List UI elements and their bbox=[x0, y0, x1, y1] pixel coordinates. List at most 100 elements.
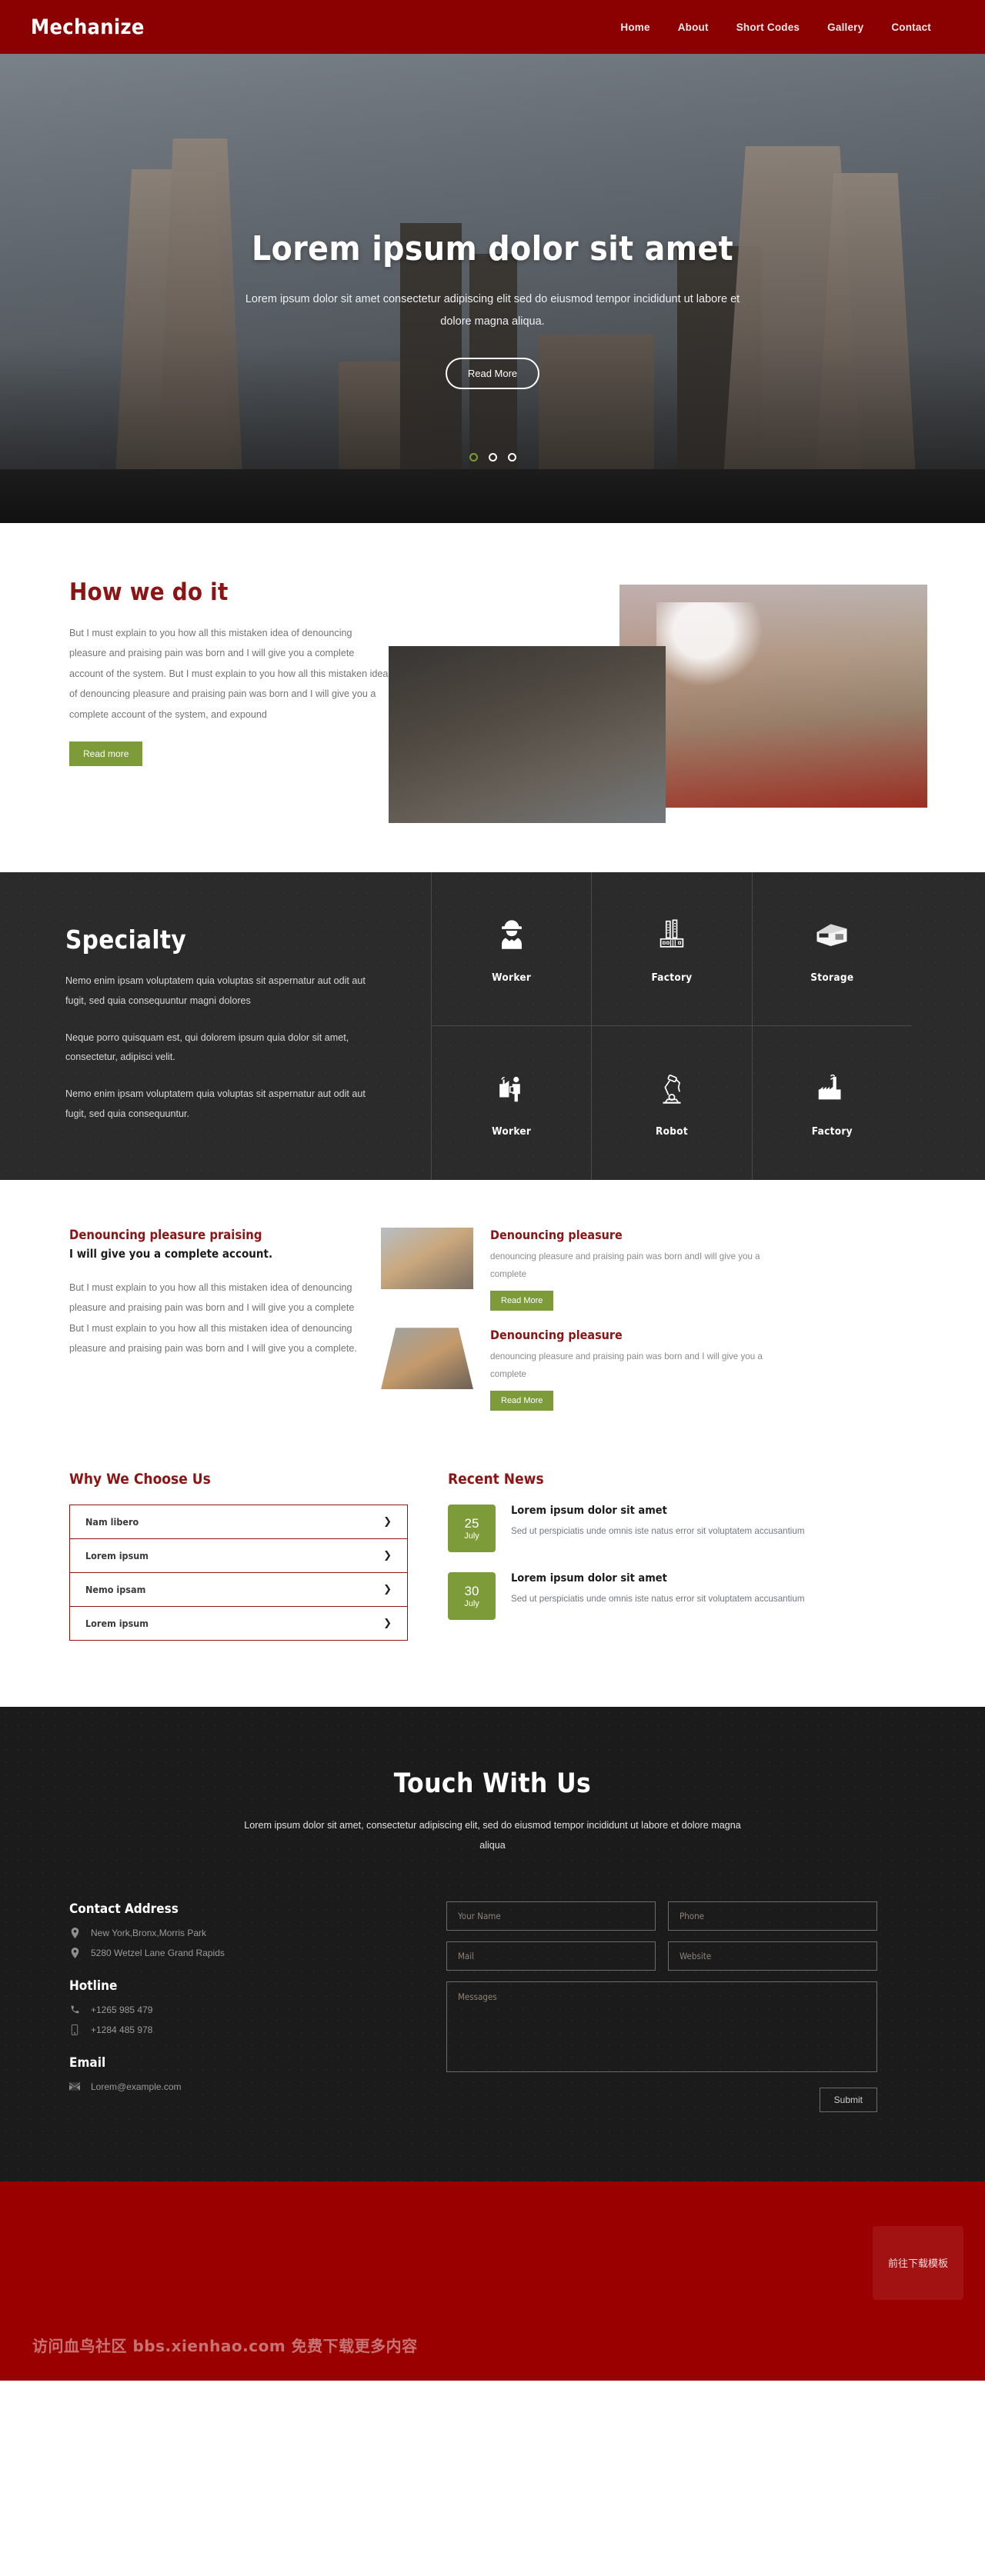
specialty-text-column: Specialty Nemo enim ipsam voluptatem qui… bbox=[0, 872, 431, 1180]
specialty-cell-worker-2[interactable]: Worker bbox=[431, 1026, 591, 1180]
chevron-down-icon: ❯ bbox=[383, 1584, 392, 1596]
specialty-grid: Worker Factory Storage Worker Robot Fact… bbox=[431, 872, 912, 1180]
specialty-cell-robot[interactable]: Robot bbox=[591, 1026, 751, 1180]
contact-address-heading: Contact Address bbox=[69, 1901, 179, 1917]
specialty-cell-factory-1[interactable]: Factory bbox=[591, 872, 752, 1026]
why-we-choose-us-title: Why We Choose Us bbox=[69, 1471, 211, 1488]
nav-item-contact[interactable]: Contact bbox=[891, 22, 931, 33]
list-item: Denouncing pleasure denouncing pleasure … bbox=[381, 1328, 927, 1411]
factory-chimneys-icon bbox=[652, 915, 692, 955]
news-month: July bbox=[464, 1531, 479, 1541]
item-read-more-button[interactable]: Read More bbox=[490, 1291, 554, 1311]
workers-cutting-photo bbox=[389, 646, 666, 823]
item-text: denouncing pleasure and praising pain wa… bbox=[490, 1351, 763, 1379]
how-we-read-more-button[interactable]: Read more bbox=[69, 741, 143, 767]
how-we-text-column: How we do it But I must explain to you h… bbox=[58, 578, 389, 823]
list-item[interactable]: 25 July Lorem ipsum dolor sit amet Sed u… bbox=[448, 1505, 927, 1553]
map-pin-icon bbox=[69, 1947, 80, 1958]
list-item[interactable]: 30 July Lorem ipsum dolor sit amet Sed u… bbox=[448, 1572, 927, 1621]
hotline-text: +1265 985 479 bbox=[91, 2004, 153, 2015]
accordion-item-nam-libero[interactable]: Nam libero ❯ bbox=[69, 1505, 408, 1539]
worker-chains-photo bbox=[619, 585, 927, 808]
denouncing-paragraph: But I must explain to you how all this m… bbox=[69, 1282, 357, 1355]
hero-slider-dots bbox=[0, 453, 985, 462]
submit-button[interactable]: Submit bbox=[819, 2087, 877, 2112]
hotline-line: +1284 485 978 bbox=[69, 2024, 400, 2035]
how-we-title: How we do it bbox=[69, 578, 229, 606]
specialty-cell-factory-2[interactable]: Factory bbox=[751, 1026, 912, 1180]
denouncing-section: Denouncing pleasure praising I will give… bbox=[0, 1180, 985, 1456]
mail-input[interactable] bbox=[446, 1941, 656, 1971]
denouncing-text-column: Denouncing pleasure praising I will give… bbox=[69, 1228, 358, 1411]
news-text: Sed ut perspiciatis unde omnis iste natu… bbox=[511, 1594, 805, 1605]
hero-content: Lorem ipsum dolor sit amet Lorem ipsum d… bbox=[0, 54, 985, 389]
accordion-item-lorem-ipsum-2[interactable]: Lorem ipsum ❯ bbox=[69, 1606, 408, 1641]
accordion-item-lorem-ipsum-1[interactable]: Lorem ipsum ❯ bbox=[69, 1538, 408, 1573]
news-month: July bbox=[464, 1599, 479, 1609]
website-input[interactable] bbox=[668, 1941, 877, 1971]
worker-at-factory-icon bbox=[492, 1068, 532, 1108]
item-text: denouncing pleasure and praising pain wa… bbox=[490, 1251, 760, 1279]
news-title: Lorem ipsum dolor sit amet bbox=[511, 1505, 667, 1518]
main-navigation: Home About Short Codes Gallery Contact bbox=[620, 22, 954, 33]
news-day: 25 bbox=[464, 1515, 479, 1531]
specialty-label: Worker bbox=[492, 1125, 532, 1138]
site-logo[interactable]: Mechanize bbox=[31, 15, 145, 39]
nav-item-gallery[interactable]: Gallery bbox=[827, 22, 863, 33]
robot-arm-icon bbox=[652, 1068, 692, 1108]
worker-helmet-icon bbox=[492, 915, 532, 955]
mobile-icon bbox=[69, 2024, 80, 2035]
hero-dot-3[interactable] bbox=[507, 453, 516, 462]
recent-news-column: Recent News 25 July Lorem ipsum dolor si… bbox=[448, 1471, 927, 1641]
nav-item-about[interactable]: About bbox=[678, 22, 709, 33]
hero-title: Lorem ipsum dolor sit amet bbox=[251, 229, 734, 268]
news-title: Lorem ipsum dolor sit amet bbox=[511, 1572, 667, 1585]
specialty-label: Factory bbox=[811, 1125, 853, 1138]
hero-dot-1[interactable] bbox=[469, 453, 478, 462]
messages-textarea[interactable] bbox=[446, 1981, 877, 2072]
specialty-paragraph-3: Nemo enim ipsam voluptatem quia voluptas… bbox=[65, 1088, 366, 1120]
touch-with-us-section: Touch With Us Lorem ipsum dolor sit amet… bbox=[0, 1707, 985, 2181]
chevron-down-icon: ❯ bbox=[383, 1618, 392, 1630]
why-and-news-section: Why We Choose Us Nam libero ❯ Lorem ipsu… bbox=[0, 1455, 985, 1708]
download-template-badge[interactable]: 前往下载模板 bbox=[873, 2225, 963, 2300]
list-item: Denouncing pleasure denouncing pleasure … bbox=[381, 1228, 927, 1311]
item-title: Denouncing pleasure bbox=[490, 1228, 623, 1242]
accordion-item-nemo-ipsam[interactable]: Nemo ipsam ❯ bbox=[69, 1572, 408, 1607]
workers-pipe-photo bbox=[381, 1328, 473, 1390]
touch-subtitle: Lorem ipsum dolor sit amet, consectetur … bbox=[244, 1820, 741, 1851]
news-date-badge: 30 July bbox=[448, 1572, 496, 1621]
factory-smoke-icon bbox=[812, 1068, 852, 1108]
site-header: Mechanize Home About Short Codes Gallery… bbox=[0, 0, 985, 54]
phone-icon bbox=[69, 2004, 80, 2014]
contact-address-line: New York,Bronx,Morris Park bbox=[69, 1927, 400, 1938]
denouncing-heading: Denouncing pleasure praising bbox=[69, 1228, 262, 1242]
denouncing-item-list: Denouncing pleasure denouncing pleasure … bbox=[381, 1228, 927, 1411]
phone-input[interactable] bbox=[668, 1901, 877, 1931]
contact-address-line: 5280 Wetzel Lane Grand Rapids bbox=[69, 1947, 400, 1958]
specialty-cell-worker-1[interactable]: Worker bbox=[431, 872, 592, 1026]
hotline-text: +1284 485 978 bbox=[91, 2024, 153, 2035]
specialty-label: Worker bbox=[492, 971, 532, 984]
specialty-cell-storage[interactable]: Storage bbox=[751, 872, 912, 1026]
hero-read-more-button[interactable]: Read More bbox=[445, 358, 540, 389]
why-we-choose-us-column: Why We Choose Us Nam libero ❯ Lorem ipsu… bbox=[69, 1471, 408, 1641]
item-read-more-button[interactable]: Read More bbox=[490, 1391, 554, 1411]
denouncing-subheading: I will give you a complete account. bbox=[69, 1247, 273, 1261]
news-text: Sed ut perspiciatis unde omnis iste natu… bbox=[511, 1526, 805, 1537]
chevron-down-icon: ❯ bbox=[383, 1550, 392, 1562]
hero-dot-2[interactable] bbox=[488, 453, 497, 462]
nav-item-short-codes[interactable]: Short Codes bbox=[736, 22, 800, 33]
specialty-paragraph-1: Nemo enim ipsam voluptatem quia voluptas… bbox=[65, 975, 366, 1006]
map-pin-icon bbox=[69, 1927, 80, 1938]
contact-address-text: New York,Bronx,Morris Park bbox=[91, 1927, 207, 1938]
how-we-do-it-section: How we do it But I must explain to you h… bbox=[0, 523, 985, 872]
nav-item-home[interactable]: Home bbox=[620, 22, 649, 33]
item-title: Denouncing pleasure bbox=[490, 1328, 623, 1343]
chevron-down-icon: ❯ bbox=[383, 1516, 392, 1528]
hotline-line: +1265 985 479 bbox=[69, 2004, 400, 2015]
hotline-heading: Hotline bbox=[69, 1978, 118, 1994]
specialty-section: Specialty Nemo enim ipsam voluptatem qui… bbox=[0, 872, 985, 1180]
name-input[interactable] bbox=[446, 1901, 656, 1931]
specialty-label: Storage bbox=[810, 971, 854, 984]
